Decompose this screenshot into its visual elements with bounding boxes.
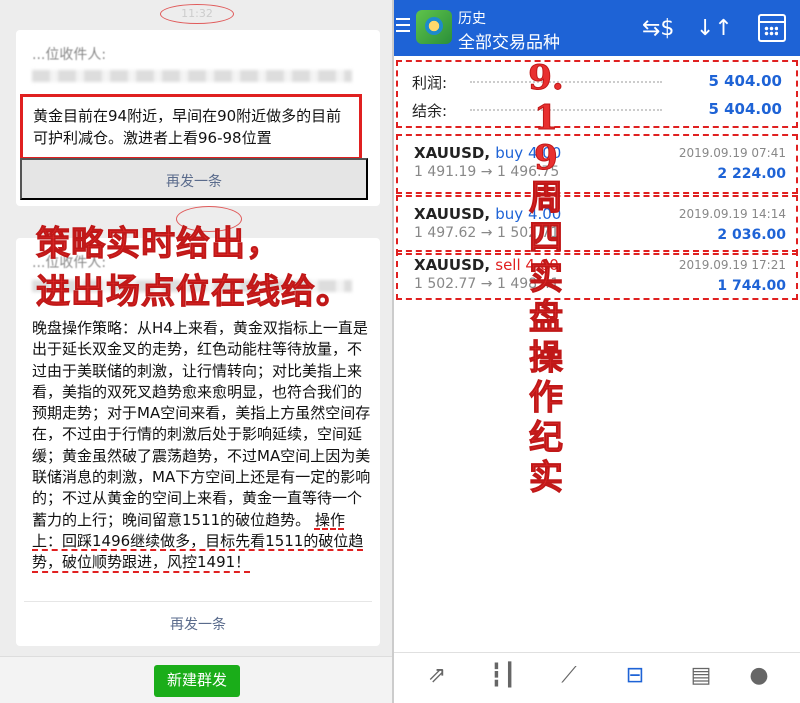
profit-row: 利润: 5 404.00 xyxy=(412,72,782,93)
new-broadcast-button[interactable]: 新建群发 xyxy=(154,665,240,697)
trade-symbol: XAUUSD, xyxy=(414,256,491,274)
appbar-title[interactable]: 全部交易品种 xyxy=(458,28,560,53)
timestamp-pill: 11:32 xyxy=(160,4,234,24)
resend-button-1[interactable]: 再发一条 xyxy=(20,158,368,200)
divider xyxy=(24,601,372,602)
appbar-subtitle: 历史 xyxy=(458,11,486,27)
balance-label: 结余: xyxy=(412,102,448,120)
chart-line-icon[interactable]: ⟋ xyxy=(552,663,586,693)
trade-symbol: XAUUSD, xyxy=(414,205,491,223)
message-card-1: ...位收件人: 黄金目前在94附近，早间在90附近做多的目前可护利减仓。激进者… xyxy=(16,30,380,206)
summary-box: 利润: 5 404.00 结余: 5 404.00 xyxy=(396,60,798,128)
balance-value: 5 404.00 xyxy=(708,100,782,118)
trade-date: 2019.09.19 14:14 xyxy=(678,207,786,221)
promo-line-1: 策略实时给出， xyxy=(36,224,281,265)
sort-icon[interactable]: ↓↑ xyxy=(696,16,733,41)
profit-value: 5 404.00 xyxy=(708,72,782,90)
promo-overlay: 策略实时给出， 进出场点位在线给。 xyxy=(36,220,351,316)
mt4-logo xyxy=(416,10,452,44)
news-icon[interactable]: ▤ xyxy=(684,663,718,693)
message-text-1: 黄金目前在94附近，早间在90附近做多的目前可护利减仓。激进者上看96-98位置 xyxy=(20,94,362,160)
trade-profit: 2 224.00 xyxy=(717,166,786,182)
blurred-recipients xyxy=(32,70,352,82)
message-strategy: 晚盘操作策略：从H4上来看，黄金双指标上一直是出于延长双金叉的走势，红色动能柱等… xyxy=(32,319,371,529)
candles-icon[interactable]: ┇┃ xyxy=(486,663,520,693)
trade-profit: 2 036.00 xyxy=(717,227,786,243)
chat-icon[interactable]: ● xyxy=(742,663,776,693)
menu-icon[interactable] xyxy=(396,18,410,34)
trade-row[interactable]: XAUUSD, buy 4.00 2019.09.19 07:41 1 491.… xyxy=(396,134,798,194)
bottom-bar: 新建群发 xyxy=(0,656,392,703)
message-text-2: 晚盘操作策略：从H4上来看，黄金双指标上一直是出于延长双金叉的走势，红色动能柱等… xyxy=(32,318,372,574)
trade-arrows-icon[interactable]: ⇗ xyxy=(420,663,454,693)
history-panel: 历史 全部交易品种 ⇆$ ↓↑ 利润: 5 404.00 结余: 5 404.0… xyxy=(392,0,800,703)
history-inbox-icon[interactable]: ⊟ xyxy=(618,663,652,693)
trade-symbol: XAUUSD, xyxy=(414,144,491,162)
profit-label: 利润: xyxy=(412,74,448,92)
chat-panel: 11:32 ...位收件人: 黄金目前在94附近，早间在90附近做多的目前可护利… xyxy=(0,0,392,703)
bottom-nav: ⇗ ┇┃ ⟋ ⊟ ▤ ● xyxy=(394,652,800,703)
app-bar: 历史 全部交易品种 ⇆$ ↓↑ xyxy=(394,0,800,56)
balance-row: 结余: 5 404.00 xyxy=(412,100,782,121)
trade-profit: 1 744.00 xyxy=(717,278,786,294)
trade-date: 2019.09.19 07:41 xyxy=(678,146,786,160)
trade-date: 2019.09.19 17:21 xyxy=(678,258,786,272)
trade-row[interactable]: XAUUSD, buy 4.00 2019.09.19 14:14 1 497.… xyxy=(396,195,798,255)
currency-icon[interactable]: ⇆$ xyxy=(642,16,674,41)
trade-row[interactable]: XAUUSD, sell 4.00 2019.09.19 17:21 1 502… xyxy=(396,250,798,300)
calendar-icon[interactable] xyxy=(758,14,786,42)
vertical-overlay-text: 9.19周四实盘操作纪实 xyxy=(528,58,565,499)
promo-line-2: 进出场点位在线给。 xyxy=(36,272,351,313)
recipient-label: ...位收件人: xyxy=(32,47,107,63)
resend-button-2[interactable]: 再发一条 xyxy=(16,614,380,634)
